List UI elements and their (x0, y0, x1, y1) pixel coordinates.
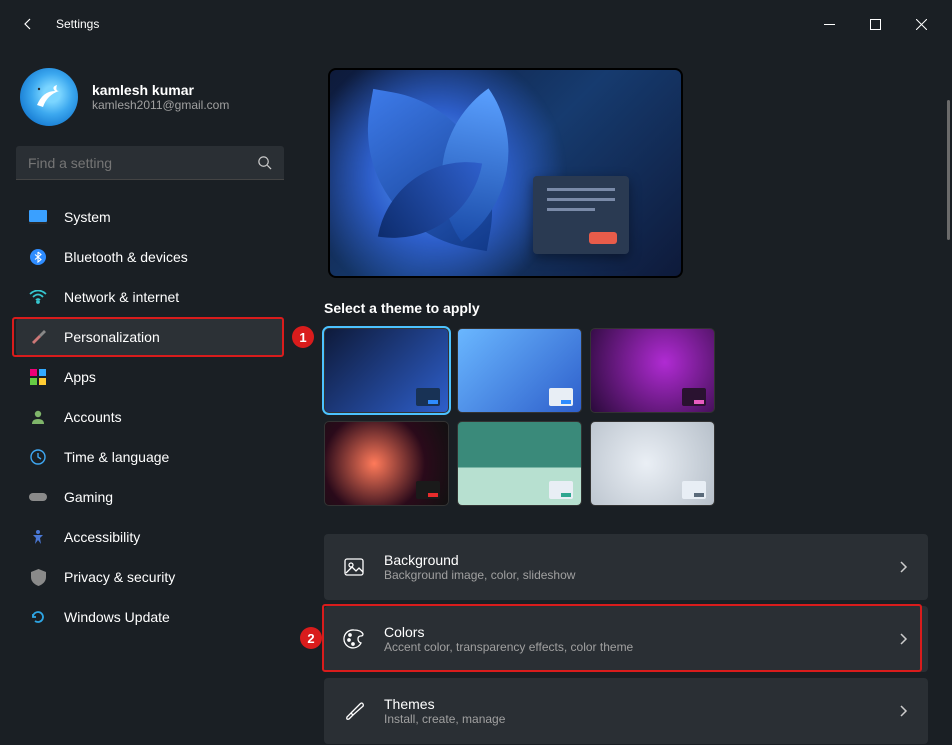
chevron-right-icon (896, 632, 910, 646)
arrow-left-icon (20, 16, 36, 32)
nav-bluetooth[interactable]: Bluetooth & devices (16, 238, 284, 276)
maximize-icon (870, 19, 881, 30)
nav-label: System (64, 209, 111, 225)
option-subtitle: Install, create, manage (384, 712, 896, 726)
theme-tile-3[interactable] (590, 328, 715, 413)
nav-label: Windows Update (64, 609, 170, 625)
nav-label: Time & language (64, 449, 169, 465)
nav-network[interactable]: Network & internet (16, 278, 284, 316)
nav-label: Accessibility (64, 529, 140, 545)
option-title: Themes (384, 696, 896, 712)
nav-list: System Bluetooth & devices Network & int… (16, 198, 284, 636)
desktop-preview (328, 68, 683, 278)
nav-accessibility[interactable]: Accessibility (16, 518, 284, 556)
refresh-icon (28, 607, 48, 627)
nav-apps[interactable]: Apps (16, 358, 284, 396)
profile-email: kamlesh2011@gmail.com (92, 98, 229, 112)
close-icon (916, 19, 927, 30)
nav-personalization[interactable]: Personalization (16, 318, 284, 356)
option-title: Colors (384, 624, 896, 640)
nav-privacy[interactable]: Privacy & security (16, 558, 284, 596)
nav-label: Personalization (64, 329, 160, 345)
theme-card-mock (533, 176, 629, 254)
wifi-icon (28, 287, 48, 307)
close-button[interactable] (898, 8, 944, 40)
search-input[interactable] (28, 155, 257, 171)
apps-icon (28, 367, 48, 387)
theme-tile-5[interactable] (457, 421, 582, 506)
theme-select-label: Select a theme to apply (324, 300, 928, 316)
theme-tile-1[interactable] (324, 328, 449, 413)
option-colors[interactable]: Colors Accent color, transparency effect… (324, 606, 928, 672)
option-title: Background (384, 552, 896, 568)
maximize-button[interactable] (852, 8, 898, 40)
scrollbar[interactable] (947, 100, 950, 240)
paintbrush-icon (28, 327, 48, 347)
minimize-button[interactable] (806, 8, 852, 40)
gamepad-icon (28, 487, 48, 507)
option-background[interactable]: Background Background image, color, slid… (324, 534, 928, 600)
nav-label: Apps (64, 369, 96, 385)
back-button[interactable] (8, 4, 48, 44)
nav-accounts[interactable]: Accounts (16, 398, 284, 436)
nav-label: Bluetooth & devices (64, 249, 188, 265)
bluetooth-icon (28, 247, 48, 267)
theme-tile-4[interactable] (324, 421, 449, 506)
search-box[interactable] (16, 146, 284, 180)
nav-time-language[interactable]: Time & language (16, 438, 284, 476)
search-icon (257, 155, 272, 170)
clock-icon (28, 447, 48, 467)
option-subtitle: Accent color, transparency effects, colo… (384, 640, 896, 654)
option-themes[interactable]: Themes Install, create, manage (324, 678, 928, 744)
chevron-right-icon (896, 560, 910, 574)
account-profile[interactable]: kamlesh kumar kamlesh2011@gmail.com (16, 60, 284, 142)
shield-icon (28, 567, 48, 587)
display-icon (28, 207, 48, 227)
nav-label: Privacy & security (64, 569, 175, 585)
nav-update[interactable]: Windows Update (16, 598, 284, 636)
nav-gaming[interactable]: Gaming (16, 478, 284, 516)
image-icon (342, 555, 366, 579)
avatar (20, 68, 78, 126)
palette-icon (342, 627, 366, 651)
option-subtitle: Background image, color, slideshow (384, 568, 896, 582)
person-icon (28, 407, 48, 427)
chevron-right-icon (896, 704, 910, 718)
nav-system[interactable]: System (16, 198, 284, 236)
minimize-icon (824, 19, 835, 30)
nav-label: Network & internet (64, 289, 179, 305)
theme-tile-2[interactable] (457, 328, 582, 413)
theme-tile-6[interactable] (590, 421, 715, 506)
nav-label: Gaming (64, 489, 113, 505)
app-title: Settings (56, 17, 99, 31)
accessibility-icon (28, 527, 48, 547)
brush-icon (342, 699, 366, 723)
profile-name: kamlesh kumar (92, 82, 229, 98)
annotation-badge-2: 2 (300, 627, 322, 649)
nav-label: Accounts (64, 409, 122, 425)
